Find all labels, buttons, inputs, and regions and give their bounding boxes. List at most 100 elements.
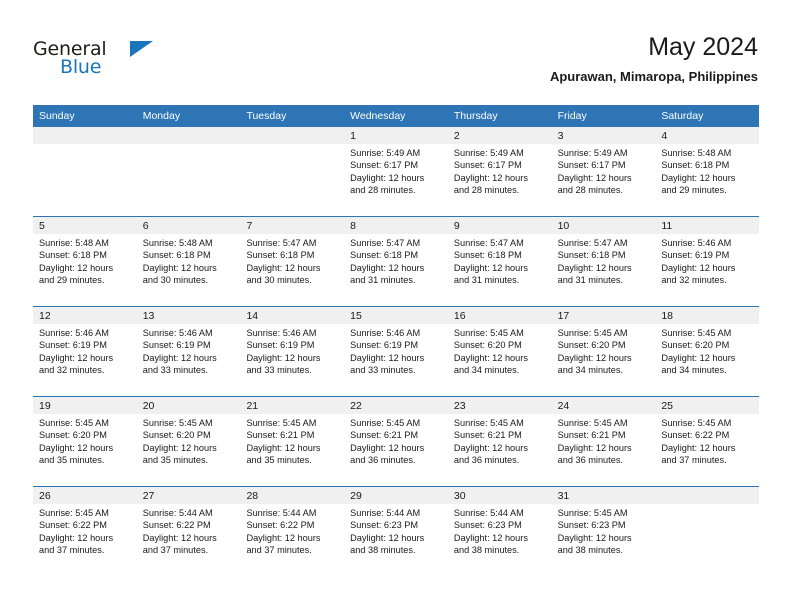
- calendar-day-cell[interactable]: 15 Sunrise: 5:46 AM Sunset: 6:19 PM Dayligh…: [344, 307, 448, 396]
- day-detail-sunrise: Sunrise: 5:46 AM: [142, 328, 213, 338]
- day-number: 25: [655, 397, 760, 414]
- day-detail-sunrise: Sunrise: 5:48 AM: [661, 148, 732, 158]
- day-details: Sunrise: 5:48 AM Sunset: 6:18 PM Daylight:…: [33, 234, 137, 287]
- day-number: 16: [447, 307, 552, 324]
- day-number: 29: [344, 487, 448, 504]
- day-detail-daylight1: Daylight: 12 hours: [557, 442, 632, 453]
- day-details: Sunrise: 5:46 AM Sunset: 6:19 PM Daylight:…: [655, 234, 759, 287]
- calendar-day-cell[interactable]: 25 Sunrise: 5:45 AM Sunset: 6:22 PM Dayligh…: [655, 397, 760, 486]
- day-number: 23: [447, 397, 552, 414]
- day-number: [240, 127, 345, 144]
- calendar-day-cell[interactable]: 29 Sunrise: 5:44 AM Sunset: 6:23 PM Dayligh…: [344, 487, 448, 576]
- day-detail-daylight2: and 38 minutes.: [557, 545, 623, 556]
- day-detail-sunset: Sunset: 6:18 PM: [39, 250, 107, 261]
- day-detail-daylight2: and 30 minutes.: [246, 275, 312, 286]
- day-detail-sunset: Sunset: 6:19 PM: [39, 340, 107, 351]
- triangle-icon: [130, 41, 153, 57]
- day-detail-sunset: Sunset: 6:20 PM: [557, 340, 626, 351]
- calendar-day-cell[interactable]: 18 Sunrise: 5:45 AM Sunset: 6:20 PM Dayligh…: [655, 307, 760, 396]
- day-detail-daylight2: and 31 minutes.: [350, 275, 416, 286]
- day-number: 10: [551, 217, 656, 234]
- day-detail-sunrise: Sunrise: 5:45 AM: [557, 508, 628, 518]
- day-details: Sunrise: 5:44 AM Sunset: 6:23 PM Daylight:…: [448, 504, 552, 557]
- calendar-day-cell[interactable]: 16 Sunrise: 5:45 AM Sunset: 6:20 PM Dayligh…: [447, 307, 552, 396]
- day-details: Sunrise: 5:45 AM Sunset: 6:22 PM Daylight:…: [33, 504, 137, 557]
- calendar-day-cell[interactable]: 12 Sunrise: 5:46 AM Sunset: 6:19 PM Dayligh…: [33, 307, 137, 396]
- day-details: Sunrise: 5:46 AM Sunset: 6:19 PM Daylight:…: [33, 324, 137, 377]
- day-detail-sunrise: Sunrise: 5:49 AM: [453, 148, 524, 158]
- day-number: 17: [551, 307, 656, 324]
- calendar-day-cell[interactable]: 30 Sunrise: 5:44 AM Sunset: 6:23 PM Dayligh…: [447, 487, 552, 576]
- day-detail-daylight1: Daylight: 12 hours: [350, 532, 425, 543]
- logo-text-blue: Blue: [60, 56, 102, 78]
- day-number: 12: [33, 307, 137, 324]
- calendar-day-cell[interactable]: 22 Sunrise: 5:45 AM Sunset: 6:21 PM Dayligh…: [344, 397, 448, 486]
- calendar-day-cell[interactable]: 7 Sunrise: 5:47 AM Sunset: 6:18 PM Daylight…: [240, 217, 345, 306]
- calendar-day-cell[interactable]: 9 Sunrise: 5:47 AM Sunset: 6:18 PM Daylight…: [447, 217, 552, 306]
- general-blue-logo[interactable]: General Blue: [33, 38, 153, 82]
- page-subtitle: Apurawan, Mimaropa, Philippines: [549, 69, 758, 84]
- calendar-week-row: 19 Sunrise: 5:45 AM Sunset: 6:20 PM Dayligh…: [33, 396, 760, 486]
- day-detail-sunset: Sunset: 6:23 PM: [350, 520, 419, 531]
- day-detail-daylight2: and 33 minutes.: [350, 365, 416, 376]
- day-number: 21: [240, 397, 345, 414]
- calendar-day-cell[interactable]: 20 Sunrise: 5:45 AM Sunset: 6:20 PM Dayligh…: [136, 397, 241, 486]
- day-number: 4: [655, 127, 760, 144]
- day-detail-daylight2: and 34 minutes.: [453, 365, 520, 376]
- day-number: 24: [551, 397, 656, 414]
- calendar-day-cell[interactable]: 2 Sunrise: 5:49 AM Sunset: 6:17 PM Daylight…: [447, 127, 552, 216]
- day-detail-sunset: Sunset: 6:17 PM: [557, 160, 626, 171]
- day-details: Sunrise: 5:45 AM Sunset: 6:23 PM Daylight:…: [552, 504, 656, 557]
- calendar-day-cell[interactable]: 31 Sunrise: 5:45 AM Sunset: 6:23 PM Dayligh…: [551, 487, 656, 576]
- page-header: General Blue May 2024 Apurawan, Mimaropa…: [33, 32, 758, 98]
- calendar-day-cell[interactable]: 13 Sunrise: 5:46 AM Sunset: 6:19 PM Dayligh…: [136, 307, 241, 396]
- day-details: Sunrise: 5:45 AM Sunset: 6:20 PM Daylight:…: [552, 324, 656, 377]
- calendar-day-cell[interactable]: 24 Sunrise: 5:45 AM Sunset: 6:21 PM Dayligh…: [551, 397, 656, 486]
- day-details: Sunrise: 5:45 AM Sunset: 6:21 PM Daylight:…: [552, 414, 656, 467]
- day-number: 5: [33, 217, 137, 234]
- day-detail-daylight1: Daylight: 12 hours: [350, 352, 425, 363]
- calendar-day-cell[interactable]: 5 Sunrise: 5:48 AM Sunset: 6:18 PM Daylight…: [33, 217, 137, 306]
- day-detail-sunset: Sunset: 6:19 PM: [661, 250, 730, 261]
- day-detail-sunrise: Sunrise: 5:45 AM: [39, 418, 109, 428]
- day-number: 8: [344, 217, 448, 234]
- calendar-day-cell[interactable]: 14 Sunrise: 5:46 AM Sunset: 6:19 PM Dayligh…: [240, 307, 345, 396]
- day-detail-sunrise: Sunrise: 5:44 AM: [350, 508, 421, 518]
- day-detail-sunrise: Sunrise: 5:47 AM: [453, 238, 524, 248]
- day-details: Sunrise: 5:46 AM Sunset: 6:19 PM Daylight:…: [344, 324, 448, 377]
- weekday-header-wednesday: Wednesday: [350, 110, 406, 122]
- calendar-day-cell[interactable]: 21 Sunrise: 5:45 AM Sunset: 6:21 PM Dayligh…: [240, 397, 345, 486]
- calendar-day-cell-empty: [240, 127, 345, 216]
- day-details: Sunrise: 5:45 AM Sunset: 6:21 PM Daylight:…: [240, 414, 344, 467]
- calendar-day-cell[interactable]: 4 Sunrise: 5:48 AM Sunset: 6:18 PM Daylight…: [655, 127, 760, 216]
- calendar-day-cell[interactable]: 10 Sunrise: 5:47 AM Sunset: 6:18 PM Dayligh…: [551, 217, 656, 306]
- calendar-day-cell[interactable]: 23 Sunrise: 5:45 AM Sunset: 6:21 PM Dayligh…: [447, 397, 552, 486]
- calendar-week-row: 26 Sunrise: 5:45 AM Sunset: 6:22 PM Dayligh…: [33, 486, 760, 576]
- calendar-day-cell[interactable]: 11 Sunrise: 5:46 AM Sunset: 6:19 PM Dayligh…: [655, 217, 760, 306]
- calendar-day-cell[interactable]: 17 Sunrise: 5:45 AM Sunset: 6:20 PM Dayligh…: [551, 307, 656, 396]
- day-details: Sunrise: 5:45 AM Sunset: 6:20 PM Daylight:…: [448, 324, 552, 377]
- calendar-day-cell[interactable]: 3 Sunrise: 5:49 AM Sunset: 6:17 PM Daylight…: [551, 127, 656, 216]
- day-details: Sunrise: 5:47 AM Sunset: 6:18 PM Daylight:…: [240, 234, 344, 287]
- day-detail-daylight1: Daylight: 12 hours: [453, 262, 528, 273]
- calendar-grid: Sunday Monday Tuesday Wednesday Thursday…: [33, 105, 760, 576]
- calendar-day-cell[interactable]: 8 Sunrise: 5:47 AM Sunset: 6:18 PM Daylight…: [344, 217, 448, 306]
- day-detail-daylight1: Daylight: 12 hours: [557, 262, 632, 273]
- calendar-day-cell[interactable]: 19 Sunrise: 5:45 AM Sunset: 6:20 PM Dayligh…: [33, 397, 137, 486]
- calendar-day-cell[interactable]: 27 Sunrise: 5:44 AM Sunset: 6:22 PM Dayligh…: [136, 487, 241, 576]
- calendar-week-row: 1 Sunrise: 5:49 AM Sunset: 6:17 PM Daylight…: [33, 127, 760, 216]
- calendar-day-cell[interactable]: 26 Sunrise: 5:45 AM Sunset: 6:22 PM Dayligh…: [33, 487, 137, 576]
- day-details: Sunrise: 5:45 AM Sunset: 6:21 PM Daylight:…: [344, 414, 448, 467]
- day-detail-daylight2: and 36 minutes.: [350, 455, 416, 466]
- calendar-day-cell[interactable]: 28 Sunrise: 5:44 AM Sunset: 6:22 PM Dayligh…: [240, 487, 345, 576]
- day-detail-sunrise: Sunrise: 5:49 AM: [350, 148, 421, 158]
- day-detail-daylight2: and 31 minutes.: [453, 275, 520, 286]
- day-detail-sunrise: Sunrise: 5:45 AM: [39, 508, 109, 518]
- day-detail-daylight2: and 36 minutes.: [453, 455, 520, 466]
- calendar-day-cell[interactable]: 6 Sunrise: 5:48 AM Sunset: 6:18 PM Daylight…: [136, 217, 241, 306]
- day-detail-daylight1: Daylight: 12 hours: [557, 172, 632, 183]
- day-detail-daylight1: Daylight: 12 hours: [453, 172, 528, 183]
- page-title: May 2024: [648, 33, 758, 61]
- day-detail-daylight1: Daylight: 12 hours: [246, 262, 321, 273]
- calendar-day-cell[interactable]: 1 Sunrise: 5:49 AM Sunset: 6:17 PM Daylight…: [344, 127, 448, 216]
